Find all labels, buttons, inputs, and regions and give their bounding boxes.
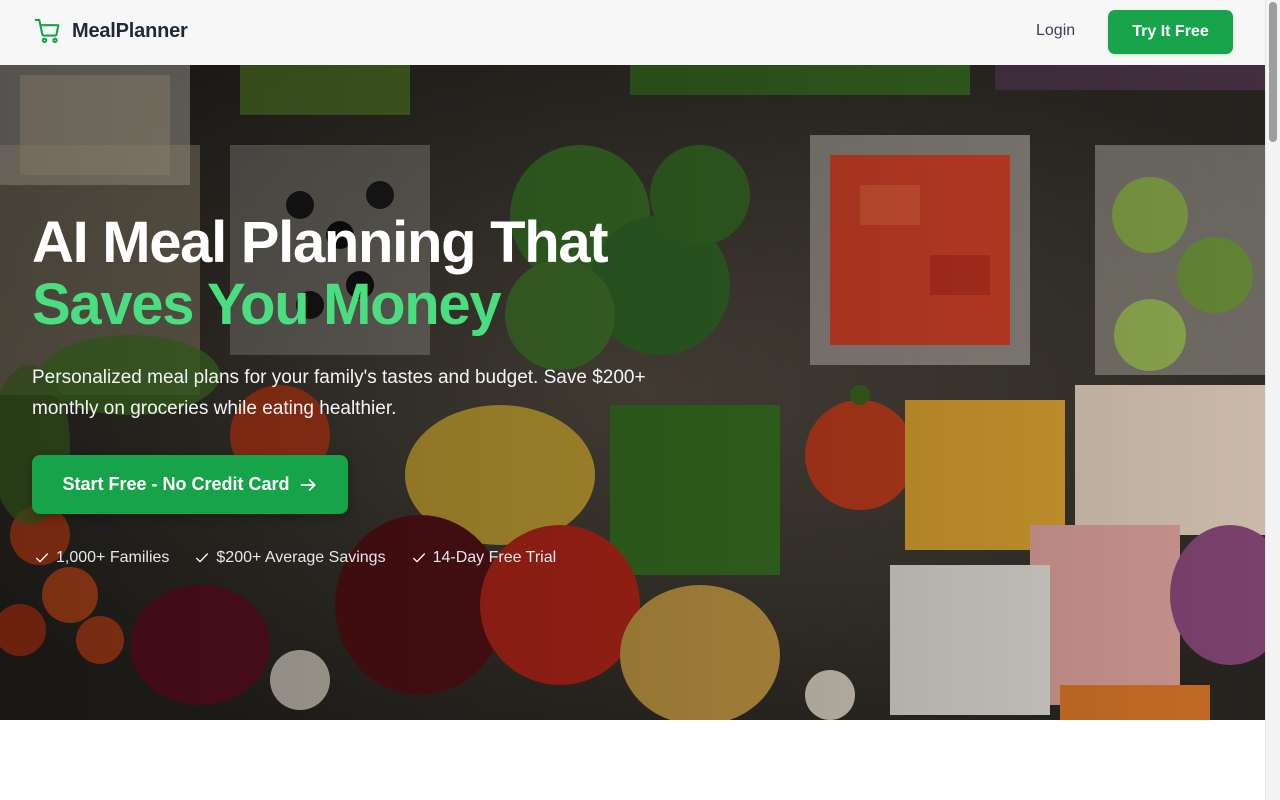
brand-name: MealPlanner (72, 19, 188, 42)
hero-title: AI Meal Planning That (32, 210, 609, 275)
trust-badge-label: 1,000+ Families (56, 549, 170, 566)
try-it-free-button[interactable]: Try It Free (1108, 10, 1233, 54)
scrollbar-thumb[interactable] (1269, 2, 1277, 142)
hero-title-accent: Saves You Money (32, 272, 502, 337)
trust-badge: 1,000+ Families (34, 549, 169, 567)
shopping-cart-icon (34, 18, 60, 44)
brand-logo[interactable]: MealPlanner (34, 17, 188, 45)
check-icon (36, 553, 48, 563)
arrow-right-icon (300, 478, 316, 491)
page-scrollbar[interactable] (1265, 0, 1280, 800)
start-free-button-label: Start Free - No Credit Card (62, 474, 290, 494)
trust-badge: $200+ Average Savings (194, 549, 386, 567)
hero-subtitle: Personalized meal plans for your family'… (32, 367, 646, 419)
trust-badges: 1,000+ Families $200+ Average Savings 14… (34, 549, 556, 567)
check-icon (412, 553, 425, 563)
hero-section: AI Meal Planning That Saves You Money Pe… (0, 65, 1265, 720)
start-free-button[interactable]: Start Free - No Credit Card (32, 455, 348, 514)
check-icon (196, 553, 209, 563)
top-navbar: MealPlanner Login Try It Free (0, 0, 1265, 65)
login-link[interactable]: Login (1036, 22, 1075, 40)
landing-page: MealPlanner Login Try It Free AI Meal Pl… (0, 0, 1265, 800)
trust-badge-label: 14-Day Free Trial (432, 549, 557, 566)
trust-badge: 14-Day Free Trial (411, 549, 557, 567)
trust-badge-label: $200+ Average Savings (216, 549, 386, 566)
below-hero-section (0, 720, 1265, 800)
